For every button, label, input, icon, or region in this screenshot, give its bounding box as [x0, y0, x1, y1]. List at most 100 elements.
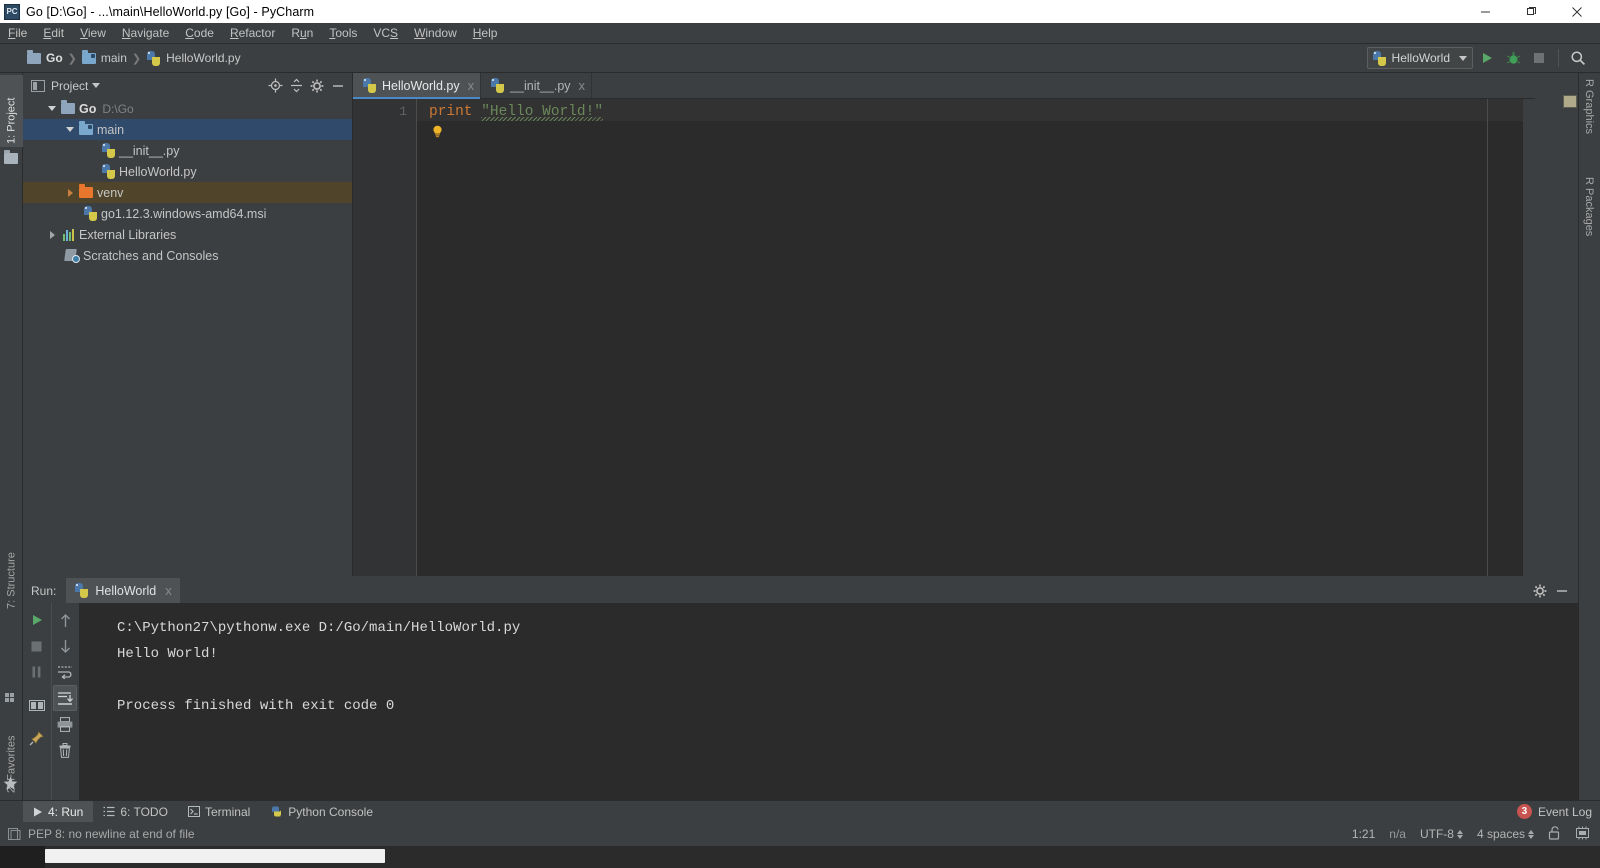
indent-indicator[interactable]: 4 spaces: [1477, 827, 1534, 841]
bottom-tab-label: Terminal: [204, 804, 251, 819]
pause-button[interactable]: [25, 659, 49, 685]
tree-node-main[interactable]: main: [23, 119, 352, 140]
tree-node-init-py[interactable]: __init__.py: [23, 140, 352, 161]
breadcrumb-file[interactable]: HelloWorld.py: [142, 50, 244, 66]
tree-node-venv[interactable]: venv: [23, 182, 352, 203]
pin-tab-button[interactable]: [25, 725, 49, 751]
search-everywhere-button[interactable]: [1566, 46, 1590, 70]
editor-gutter[interactable]: 1: [353, 99, 417, 576]
menu-tools[interactable]: Tools: [321, 24, 365, 42]
stop-button[interactable]: [1527, 46, 1551, 70]
editor-tab-init-py[interactable]: __init__.py x: [481, 73, 593, 98]
menu-code[interactable]: Code: [177, 24, 222, 42]
code-editor[interactable]: 1 print "Hello World!": [353, 99, 1535, 576]
breadcrumb-separator: ❯: [131, 52, 142, 65]
r-graphics-icon: [1563, 95, 1577, 108]
status-message: PEP 8: no newline at end of file: [28, 827, 195, 841]
breadcrumb-main[interactable]: main: [78, 49, 131, 65]
menu-edit[interactable]: Edit: [35, 24, 72, 42]
menu-help[interactable]: Help: [465, 24, 506, 42]
chevron-right-icon[interactable]: [63, 186, 77, 200]
run-configuration-label: HelloWorld: [1391, 51, 1450, 65]
print-icon[interactable]: [53, 711, 77, 737]
gutter-divider: [416, 99, 417, 576]
close-window-button[interactable]: [1554, 0, 1600, 23]
hide-panel-icon[interactable]: [328, 76, 348, 96]
caret-position-indicator[interactable]: 1:21: [1352, 827, 1375, 841]
tree-node-helloworld-py[interactable]: HelloWorld.py: [23, 161, 352, 182]
close-icon[interactable]: x: [165, 584, 172, 597]
tree-node-external-libraries[interactable]: External Libraries: [23, 224, 352, 245]
error-stripe-marker-gutter[interactable]: [1523, 99, 1535, 576]
up-arrow-icon[interactable]: [53, 607, 77, 633]
trash-icon[interactable]: [53, 737, 77, 763]
menu-vcs[interactable]: VCS: [365, 24, 406, 42]
gear-icon[interactable]: [307, 76, 327, 96]
status-bar: PEP 8: no newline at end of file 1:21 n/…: [0, 822, 1600, 846]
project-tree[interactable]: Go D:\Go main __init__.py HelloWorld.py: [23, 98, 352, 576]
editor-tab-bar: HelloWorld.py x __init__.py x: [353, 73, 1535, 99]
lightbulb-icon[interactable]: [431, 125, 444, 138]
menu-window[interactable]: Window: [406, 24, 465, 42]
window-title: Go [D:\Go] - ...\main\HelloWorld.py [Go]…: [26, 4, 315, 19]
down-arrow-icon[interactable]: [53, 633, 77, 659]
menu-file[interactable]: File: [0, 24, 35, 42]
memory-indicator-icon[interactable]: [1575, 826, 1590, 843]
debug-button[interactable]: [1501, 46, 1525, 70]
tree-label: go1.12.3.windows-amd64.msi: [101, 206, 267, 221]
bottom-tab-terminal[interactable]: Terminal: [178, 801, 260, 823]
soft-wrap-icon[interactable]: [53, 659, 77, 685]
chevron-right-icon[interactable]: [45, 228, 59, 242]
restore-window-button[interactable]: [1508, 0, 1554, 23]
scroll-to-end-icon[interactable]: [53, 685, 77, 711]
menu-navigate[interactable]: Navigate: [114, 24, 177, 42]
layout-settings-button[interactable]: [25, 692, 49, 718]
stop-button[interactable]: [25, 633, 49, 659]
tree-node-go-msi[interactable]: go1.12.3.windows-amd64.msi: [23, 203, 352, 224]
tool-window-button-structure[interactable]: 7: Structure: [0, 528, 23, 612]
module-folder-icon: [4, 150, 18, 164]
encoding-indicator[interactable]: UTF-8: [1420, 827, 1463, 841]
locate-target-icon[interactable]: [265, 76, 285, 96]
chevron-down-icon[interactable]: [63, 123, 77, 137]
run-button[interactable]: [1475, 46, 1499, 70]
run-configuration-selector[interactable]: HelloWorld: [1366, 47, 1473, 69]
tool-window-button-r-packages[interactable]: R Packages: [1578, 173, 1600, 267]
run-tab-helloworld[interactable]: HelloWorld x: [66, 578, 180, 603]
breadcrumb-go[interactable]: Go: [23, 49, 67, 65]
gear-icon[interactable]: [1530, 581, 1550, 601]
menu-run[interactable]: Run: [283, 24, 321, 42]
collapse-all-icon[interactable]: [286, 76, 306, 96]
bottom-tab-python-console[interactable]: Python Console: [260, 801, 383, 823]
horizontal-scrollbar-thumb[interactable]: [45, 849, 385, 863]
menu-view[interactable]: View: [72, 24, 114, 42]
tree-node-go[interactable]: Go D:\Go: [23, 98, 352, 119]
tree-node-scratches-consoles[interactable]: Scratches and Consoles: [23, 245, 352, 266]
bottom-tab-run[interactable]: 4: Run: [23, 800, 94, 823]
close-icon[interactable]: x: [468, 79, 475, 92]
minimize-window-button[interactable]: [1462, 0, 1508, 23]
code-line-1[interactable]: print "Hello World!": [429, 101, 604, 123]
close-icon[interactable]: x: [579, 79, 586, 92]
bottom-tab-todo[interactable]: 6: TODO: [93, 801, 178, 823]
tool-window-button-r-graphics[interactable]: R Graphics: [1578, 75, 1600, 161]
editor-tab-helloworld-py[interactable]: HelloWorld.py x: [353, 73, 482, 99]
event-log-button[interactable]: Event Log: [1538, 805, 1592, 819]
right-tool-strip: R Graphics R Packages: [1563, 73, 1600, 800]
run-console-output[interactable]: C:\Python27\pythonw.exe D:/Go/main/Hello…: [79, 603, 1578, 800]
hide-panel-icon[interactable]: [1552, 581, 1572, 601]
chevron-down-icon[interactable]: [92, 83, 101, 88]
menu-refactor[interactable]: Refactor: [222, 24, 283, 42]
pycharm-window: PC Go [D:\Go] - ...\main\HelloWorld.py […: [0, 0, 1600, 868]
inspection-icon[interactable]: [8, 827, 21, 841]
chevron-down-icon[interactable]: [45, 102, 59, 116]
menu-bar: File Edit View Navigate Code Refactor Ru…: [0, 23, 1600, 44]
unlocked-padlock-icon[interactable]: [1548, 825, 1561, 843]
warning-squiggle: [481, 117, 604, 121]
line-separator-indicator[interactable]: n/a: [1389, 827, 1406, 841]
tree-label: External Libraries: [79, 227, 177, 242]
tool-window-button-project[interactable]: 1: Project: [0, 75, 23, 147]
rerun-button[interactable]: [25, 607, 49, 633]
